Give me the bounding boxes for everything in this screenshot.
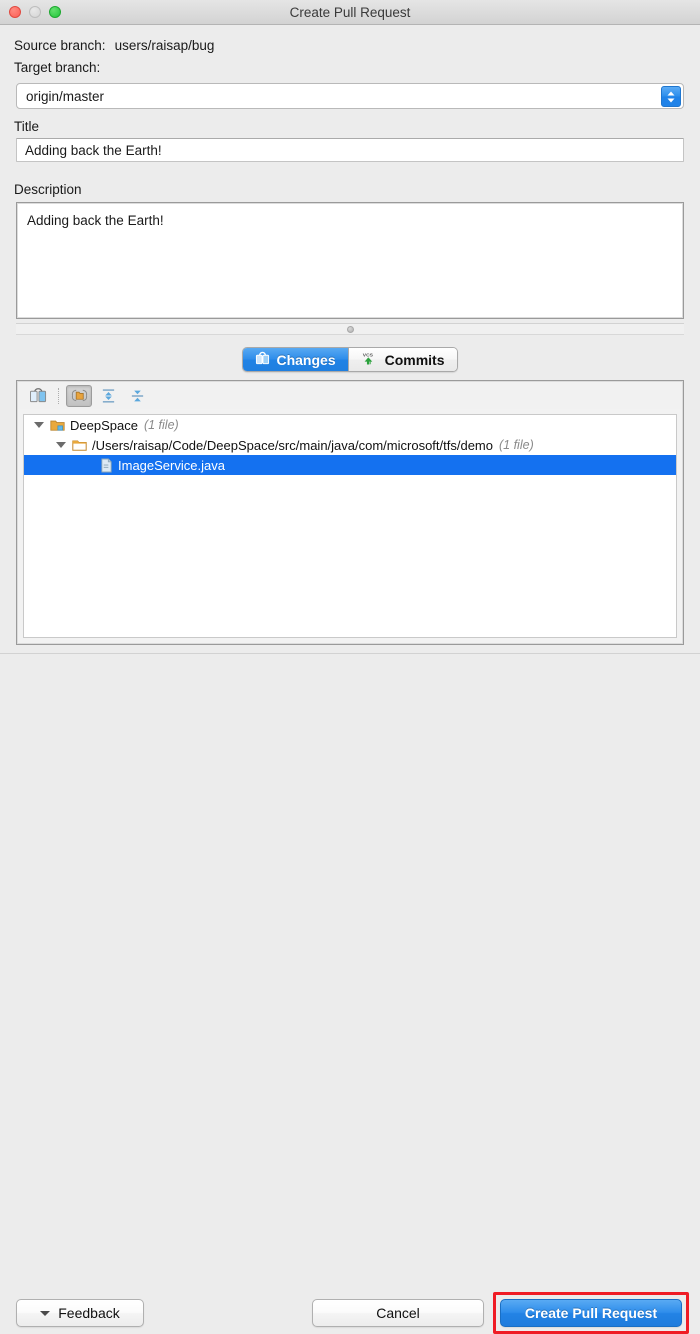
tree-node-label: DeepSpace [70, 418, 138, 433]
feedback-button[interactable]: Feedback [16, 1299, 144, 1327]
tab-bar: Changes VCS Commits [0, 347, 700, 372]
tab-commits[interactable]: VCS Commits [348, 348, 457, 371]
description-box[interactable] [16, 202, 684, 319]
tree-node-label: ImageService.java [118, 458, 225, 473]
show-diff-icon[interactable] [25, 385, 51, 407]
segmented-control: Changes VCS Commits [242, 347, 457, 372]
splitter-handle-icon[interactable] [347, 326, 354, 333]
source-branch-label: Source branch: [14, 38, 106, 53]
table-row[interactable]: /Users/raisap/Code/DeepSpace/src/main/ja… [24, 435, 676, 455]
table-row[interactable]: DeepSpace (1 file) [24, 415, 676, 435]
collapse-all-icon[interactable] [124, 385, 150, 407]
dialog-content: Source branch: users/raisap/bug Target b… [0, 25, 700, 689]
tab-changes-label: Changes [276, 352, 335, 368]
tree-node-count: (1 file) [499, 438, 534, 452]
close-button[interactable] [9, 6, 21, 18]
changes-toolbar [18, 382, 682, 409]
cancel-button[interactable]: Cancel [312, 1299, 484, 1327]
tab-changes[interactable]: Changes [243, 348, 347, 371]
toolbar-separator [58, 388, 59, 404]
target-branch-label: Target branch: [14, 60, 100, 75]
chevron-down-icon[interactable] [34, 422, 44, 428]
changes-panel: DeepSpace (1 file) /Users/raisap/Code/De… [16, 380, 684, 645]
minimize-button[interactable] [29, 6, 41, 18]
cancel-button-label: Cancel [376, 1305, 420, 1321]
description-label: Description [14, 182, 82, 197]
zoom-button[interactable] [49, 6, 61, 18]
source-branch-value: users/raisap/bug [115, 38, 215, 53]
changes-tree[interactable]: DeepSpace (1 file) /Users/raisap/Code/De… [23, 414, 677, 638]
tree-node-count: (1 file) [144, 418, 179, 432]
target-branch-combobox[interactable]: origin/master [16, 83, 684, 109]
splitter[interactable] [16, 323, 684, 335]
tree-node-label: /Users/raisap/Code/DeepSpace/src/main/ja… [92, 438, 493, 453]
tab-commits-label: Commits [385, 352, 445, 368]
feedback-button-label: Feedback [58, 1305, 119, 1321]
target-branch-value: origin/master [17, 89, 104, 104]
source-branch-row: Source branch: users/raisap/bug [14, 38, 214, 53]
java-file-icon [100, 458, 113, 473]
create-pull-request-button[interactable]: Create Pull Request [500, 1299, 682, 1327]
vcs-commits-icon: VCS [361, 350, 379, 369]
window-title-bar: Create Pull Request [0, 0, 700, 25]
group-by-directory-icon[interactable] [66, 385, 92, 407]
changes-icon [255, 351, 270, 369]
table-row[interactable]: ImageService.java [24, 455, 676, 475]
folder-icon [72, 439, 87, 452]
description-input[interactable] [25, 211, 675, 311]
title-label: Title [14, 119, 39, 134]
footer-divider [0, 653, 700, 654]
chevron-down-icon [40, 1311, 50, 1316]
traffic-light-group [9, 6, 61, 18]
create-pull-request-label: Create Pull Request [525, 1305, 657, 1321]
module-folder-icon [50, 419, 65, 432]
combobox-stepper-icon[interactable] [661, 86, 681, 107]
title-input[interactable] [16, 138, 684, 162]
expand-all-icon[interactable] [95, 385, 121, 407]
chevron-down-icon[interactable] [56, 442, 66, 448]
dialog-footer: Feedback Cancel Create Pull Request [0, 653, 700, 714]
window-title: Create Pull Request [0, 5, 700, 20]
